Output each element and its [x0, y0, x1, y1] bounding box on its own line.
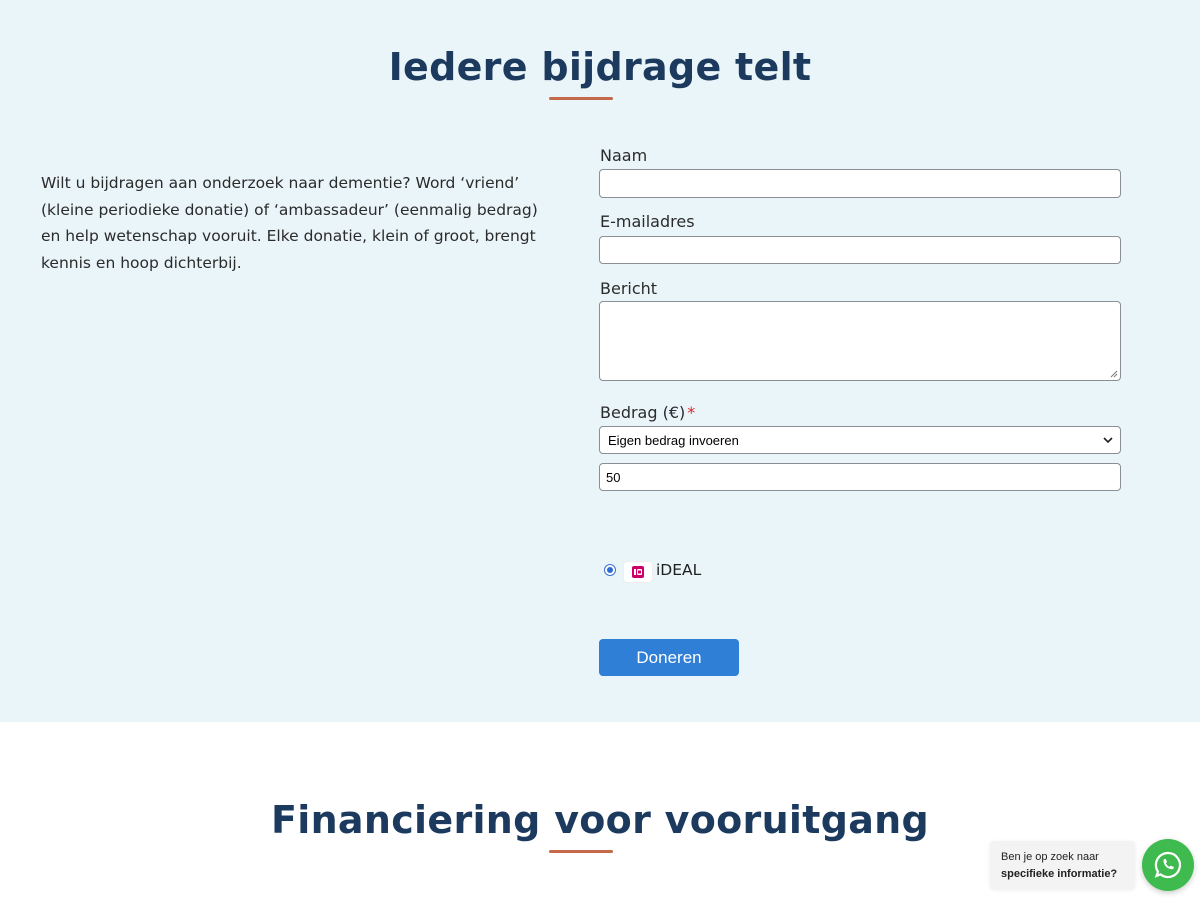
title-underline: [549, 97, 613, 100]
whatsapp-icon: [1154, 851, 1182, 879]
chat-prompt-bubble[interactable]: Ben je op zoek naar specifieke informati…: [990, 841, 1135, 889]
ideal-label: iDEAL: [656, 561, 702, 579]
section-title: Iedere bijdrage telt: [388, 45, 812, 89]
name-label: Naam: [600, 146, 648, 165]
chevron-down-icon: [1103, 437, 1113, 444]
amount-select[interactable]: Eigen bedrag invoeren: [599, 426, 1121, 454]
name-input[interactable]: [599, 169, 1121, 198]
chat-prompt-line2: specifieke informatie?: [1001, 868, 1118, 880]
donate-button[interactable]: Doneren: [599, 639, 739, 676]
message-textarea[interactable]: [599, 301, 1121, 381]
amount-label: Bedrag (€) *: [600, 403, 695, 422]
amount-label-text: Bedrag (€): [600, 403, 686, 422]
chat-prompt-line1: Ben je op zoek naar: [1001, 851, 1099, 863]
ideal-logo: [624, 562, 652, 582]
donate-section: Iedere bijdrage telt Wilt u bijdragen aa…: [0, 0, 1200, 722]
financing-title: Financiering voor vooruitgang: [270, 798, 930, 842]
whatsapp-button[interactable]: [1142, 839, 1194, 891]
payment-radio-ideal[interactable]: [604, 564, 616, 576]
message-label: Bericht: [600, 279, 658, 298]
email-label: E-mailadres: [600, 212, 695, 231]
resize-handle-icon[interactable]: [1110, 370, 1118, 378]
ideal-icon: [632, 566, 644, 578]
amount-input[interactable]: [599, 463, 1121, 491]
amount-select-value: Eigen bedrag invoeren: [608, 433, 739, 448]
intro-text: Wilt u bijdragen aan onderzoek naar deme…: [41, 174, 538, 272]
email-input[interactable]: [599, 236, 1121, 264]
required-star: *: [687, 403, 696, 422]
financing-title-underline: [549, 850, 613, 853]
